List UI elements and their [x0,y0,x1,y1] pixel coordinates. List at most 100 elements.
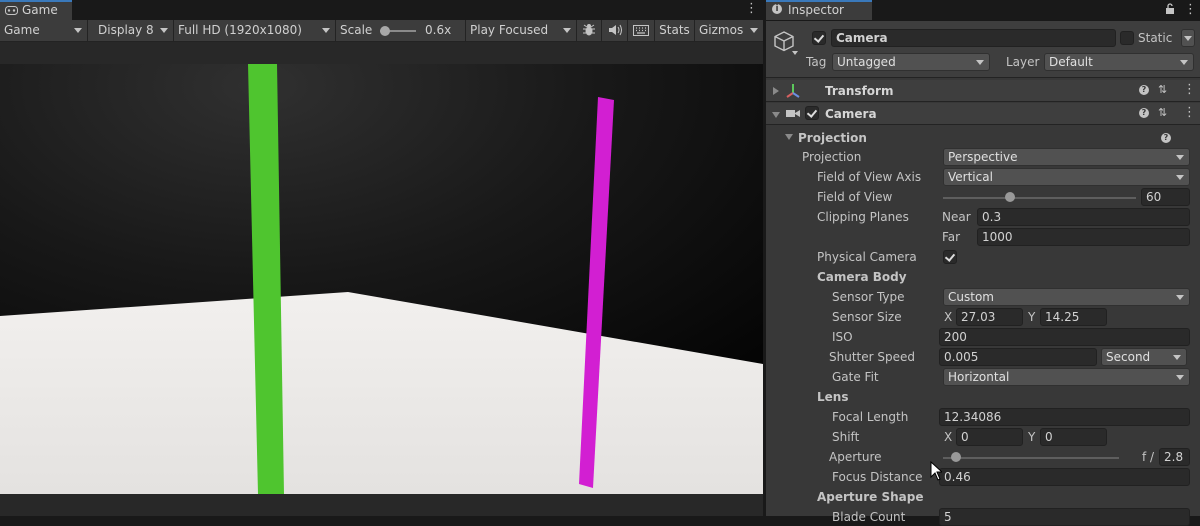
shift-x-label: X [944,430,953,444]
projection-dropdown[interactable]: Perspective [943,148,1190,166]
static-label: Static [1138,31,1173,45]
fov-field[interactable]: 60 [1141,188,1190,206]
chevron-down-icon [1176,175,1184,180]
chevron-down-icon [1176,375,1184,380]
shutter-unit-dropdown[interactable]: Second [1101,348,1187,366]
tab-game[interactable]: Game [0,0,72,20]
shift-x-field[interactable]: 0 [956,428,1023,446]
near-field[interactable]: 0.3 [977,208,1190,226]
component-menu-kebab-icon[interactable]: ⋮ [1183,82,1196,98]
object-name-field[interactable]: Camera [831,29,1116,47]
far-field[interactable]: 1000 [977,228,1190,246]
chevron-down-icon [1180,60,1188,65]
scale-control: Scale 0.6x [336,20,466,41]
tab-inspector-label: Inspector [788,3,844,17]
lens-label: Lens [817,390,849,404]
shift-y-label: Y [1028,430,1036,444]
fov-slider-thumb[interactable] [1005,192,1015,202]
scale-value: 0.6x [425,23,452,37]
game-render [0,64,763,494]
iso-field[interactable]: 200 [939,328,1190,346]
sensor-x-label: X [944,310,953,324]
display-dropdown[interactable]: Display 8 [88,20,174,41]
fov-label: Field of View [817,190,893,204]
focus-distance-field[interactable]: 0.46 [939,468,1190,486]
display-value: Display 8 [98,23,154,37]
sensor-type-value: Custom [948,290,994,304]
static-checkbox[interactable] [1120,31,1134,45]
help-icon[interactable]: ? [1139,108,1149,118]
tab-game-label: Game [22,3,58,17]
gameobject-cube-icon [774,31,794,52]
keyboard-shortcuts-button[interactable] [628,20,655,41]
game-menu-kebab-icon[interactable]: ⋮ [745,0,758,18]
sensor-y-field[interactable]: 14.25 [1040,308,1107,326]
blade-count-label: Blade Count [832,510,906,524]
aperture-prefix: f / [1142,450,1155,464]
view-mode-value: Game [4,23,40,37]
presets-icon[interactable]: ⇅ [1158,107,1167,119]
camera-component-header[interactable]: Camera ? ⇅ ⋮ [766,103,1200,125]
projection-foldout-arrow-icon[interactable] [785,134,793,140]
camera-enabled-checkbox[interactable] [805,106,819,120]
blade-count-field[interactable]: 5 [939,508,1190,526]
focal-length-field[interactable]: 12.34086 [939,408,1190,426]
presets-icon[interactable]: ⇅ [1158,84,1167,96]
tag-label: Tag [806,55,827,69]
gizmos-dropdown[interactable]: Gizmos [695,20,763,41]
shutter-unit-value: Second [1106,350,1151,364]
scale-slider-thumb[interactable] [380,26,390,36]
aperture-slider-thumb[interactable] [951,452,961,462]
speaker-icon [608,24,622,36]
tab-inspector[interactable]: i Inspector [766,0,872,20]
icon-picker-arrow-icon[interactable] [792,51,798,55]
shift-label: Shift [832,430,860,444]
collapse-arrow-icon[interactable] [772,112,780,118]
transform-component-header[interactable]: Transform ? ⇅ ⋮ [766,80,1200,102]
transform-label: Transform [825,84,894,98]
near-label: Near [942,210,971,224]
shutter-speed-field[interactable]: 0.005 [939,348,1097,366]
inspector-menu-kebab-icon[interactable]: ⋮ [1184,1,1197,19]
gate-fit-dropdown[interactable]: Horizontal [943,368,1190,386]
help-icon[interactable]: ? [1161,133,1171,143]
physical-camera-checkbox[interactable] [943,250,957,264]
stats-button[interactable]: Stats [655,20,695,41]
gate-fit-label: Gate Fit [832,370,879,384]
object-header: Camera Static Tag Untagged Layer Default [766,21,1200,78]
game-toolbar: Game Display 8 Full HD (1920x1080) Scale… [0,20,763,42]
game-tab-bar: Game ⋮ [0,0,763,20]
tag-value: Untagged [837,55,896,69]
focus-distance-label: Focus Distance [832,470,923,484]
expand-arrow-icon[interactable] [773,87,779,95]
layer-label: Layer [1006,55,1040,69]
debug-button[interactable] [577,20,602,41]
sensor-x-field[interactable]: 27.03 [956,308,1023,326]
shift-y-field[interactable]: 0 [1040,428,1107,446]
mute-audio-button[interactable] [602,20,628,41]
sensor-y-label: Y [1028,310,1036,324]
sensor-type-dropdown[interactable]: Custom [943,288,1190,306]
projection-section-title[interactable]: Projection [798,129,867,147]
lock-icon[interactable] [1165,3,1175,15]
camera-label: Camera [825,107,877,121]
chevron-down-icon [1173,355,1181,360]
static-dropdown[interactable] [1181,29,1195,47]
aperture-label: Aperture [829,450,882,464]
aperture-field[interactable]: 2.8 [1159,448,1190,466]
far-label: Far [942,230,961,244]
component-menu-kebab-icon[interactable]: ⋮ [1183,105,1196,121]
active-checkbox[interactable] [812,31,826,45]
stats-label: Stats [659,23,690,37]
help-icon[interactable]: ? [1139,85,1149,95]
fov-slider-track[interactable] [943,197,1136,199]
game-viewport[interactable] [0,64,763,494]
fov-axis-dropdown[interactable]: Vertical [943,168,1190,186]
view-mode-dropdown[interactable]: Game [0,20,88,41]
aperture-slider-track[interactable] [943,457,1119,459]
play-mode-dropdown[interactable]: Play Focused [466,20,577,41]
info-icon: i [772,4,782,14]
tag-dropdown[interactable]: Untagged [832,53,990,71]
resolution-dropdown[interactable]: Full HD (1920x1080) [174,20,336,41]
layer-dropdown[interactable]: Default [1044,53,1194,71]
